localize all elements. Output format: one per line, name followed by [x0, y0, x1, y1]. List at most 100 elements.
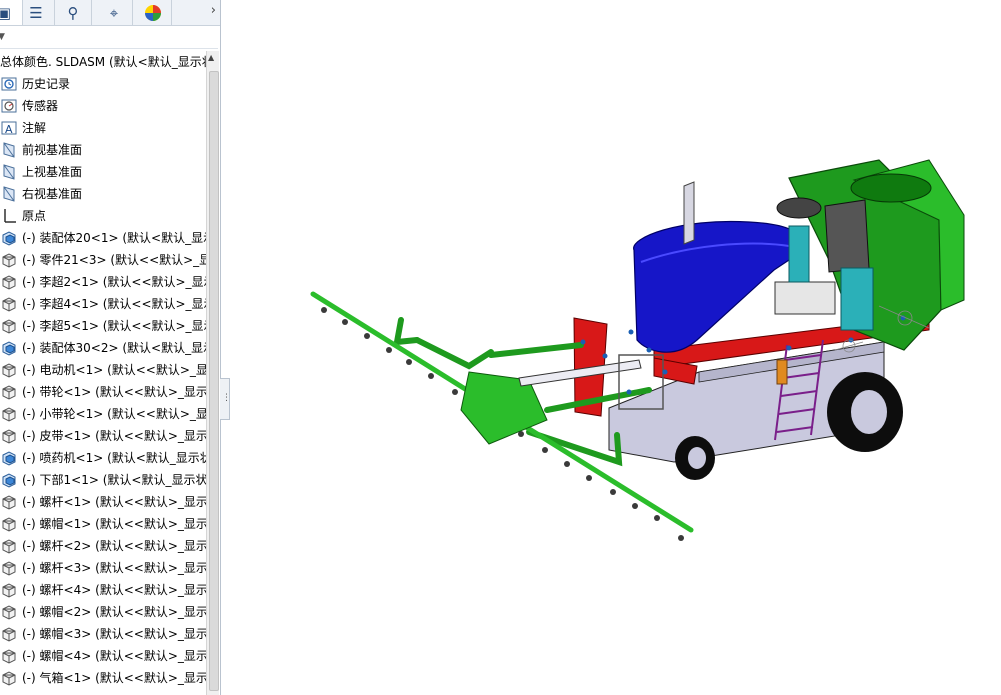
tree-item-label: (-) 皮带<1> (默认<<默认>_显示状: [22, 429, 206, 443]
tree-item[interactable]: (-) 带轮<1> (默认<<默认>_显示状: [0, 381, 206, 403]
part-icon: [1, 274, 17, 290]
chevron-down-icon[interactable]: ▼: [0, 32, 5, 42]
tree-item-label: (-) 带轮<1> (默认<<默认>_显示状: [22, 385, 206, 399]
part-icon: [1, 318, 17, 334]
engine-block: [774, 281, 836, 315]
assembly-icon: [1, 450, 17, 466]
scrollbar-thumb[interactable]: [209, 71, 219, 691]
tree-item[interactable]: (-) 螺杆<4> (默认<<默认>_显示状: [0, 579, 206, 601]
tree-item[interactable]: 历史记录: [0, 73, 206, 95]
panel-tab-bar: ▣ ☰ ⚲ ⌖ ›: [0, 0, 220, 26]
tree-item-label: (-) 螺杆<1> (默认<<默认>_显示状: [22, 495, 206, 509]
part-icon: [1, 406, 17, 422]
tree-item-label: (-) 螺杆<4> (默认<<默认>_显示状: [22, 583, 206, 597]
display-manager-icon: [145, 4, 161, 21]
tree-item-label: 原点: [22, 209, 47, 223]
part-icon: [1, 296, 17, 312]
cyan-tank-right: [840, 267, 874, 331]
part-icon: [1, 362, 17, 378]
sprayer-machine-model[interactable]: [229, 0, 1001, 695]
annotation-icon: A: [1, 120, 17, 136]
tree-item[interactable]: (-) 下部1<1> (默认<默认_显示状态: [0, 469, 206, 491]
feature-manager-panel: ▣ ☰ ⚲ ⌖ › ▼ 总体颜色. SLDASM (默认<默认_显示状历史记录传…: [0, 0, 221, 695]
plane-icon: [1, 186, 17, 202]
tree-item[interactable]: (-) 李超4<1> (默认<<默认>_显示: [0, 293, 206, 315]
tree-item[interactable]: (-) 螺帽<3> (默认<<默认>_显示状: [0, 623, 206, 645]
tree-item-label: (-) 螺帽<4> (默认<<默认>_显示状: [22, 649, 206, 663]
tree-item-label: (-) 李超4<1> (默认<<默认>_显示: [22, 297, 206, 311]
part-icon: [1, 494, 17, 510]
part-icon: [1, 252, 17, 268]
tree-item[interactable]: (-) 气箱<1> (默认<<默认>_显示状: [0, 667, 206, 689]
display-manager-tab[interactable]: [135, 0, 172, 25]
assembly-icon: [1, 340, 17, 356]
tree-item-label: (-) 下部1<1> (默认<默认_显示状态: [22, 473, 206, 487]
front-wheel: [675, 436, 715, 480]
tree-item-label: 总体颜色. SLDASM (默认<默认_显示状: [0, 55, 206, 69]
tree-scrollbar[interactable]: ▲: [206, 51, 219, 695]
tree-item-label: (-) 螺帽<3> (默认<<默认>_显示状: [22, 627, 206, 641]
tree-item-label: 前视基准面: [22, 143, 83, 157]
tree-item-label: (-) 螺帽<1> (默认<<默认>_显示状: [22, 517, 206, 531]
part-icon: [1, 428, 17, 444]
assembly-icon: [1, 230, 17, 246]
configuration-manager-tab[interactable]: ⚲: [55, 0, 92, 25]
dimxpert-tab[interactable]: ⌖: [96, 0, 133, 25]
tree-item[interactable]: (-) 电动机<1> (默认<<默认>_显示: [0, 359, 206, 381]
sensor-icon: [1, 98, 17, 114]
tab-scroll-right-button[interactable]: ›: [211, 3, 216, 18]
boom-link-upper: [488, 342, 584, 358]
svg-text:A: A: [5, 123, 13, 136]
rear-wheel: [827, 372, 903, 452]
scroll-up-arrow-icon[interactable]: ▲: [208, 53, 214, 62]
tree-item-label: (-) 李超5<1> (默认<<默认>_显示: [22, 319, 206, 333]
dimxpert-icon: ⌖: [109, 3, 119, 22]
cyan-tank-left: [788, 225, 810, 283]
tree-item[interactable]: (-) 小带轮<1> (默认<<默认>_显示: [0, 403, 206, 425]
tree-item[interactable]: (-) 螺帽<4> (默认<<默认>_显示状: [0, 645, 206, 667]
tree-item[interactable]: 上视基准面: [0, 161, 206, 183]
tree-item[interactable]: (-) 螺帽<1> (默认<<默认>_显示状: [0, 513, 206, 535]
ladder-handle: [776, 359, 788, 385]
tree-item-label: (-) 李超2<1> (默认<<默认>_显示: [22, 275, 206, 289]
tree-item[interactable]: 右视基准面: [0, 183, 206, 205]
part-icon: [1, 560, 17, 576]
configuration-manager-icon: ⚲: [67, 3, 79, 22]
part-icon: [1, 670, 17, 686]
tree-item[interactable]: (-) 螺杆<2> (默认<<默认>_显示状: [0, 535, 206, 557]
tree-item[interactable]: (-) 螺杆<1> (默认<<默认>_显示状: [0, 491, 206, 513]
tree-item-label: (-) 螺帽<2> (默认<<默认>_显示状: [22, 605, 206, 619]
tree-item[interactable]: 原点: [0, 205, 206, 227]
tree-item-label: (-) 喷药机<1> (默认<默认_显示状: [22, 451, 206, 465]
boom-arm-upper: [414, 337, 494, 370]
boom-elbow: [393, 317, 420, 346]
part-icon: [1, 626, 17, 642]
assembly-icon: [1, 472, 17, 488]
tree-item-label: (-) 装配体30<2> (默认<默认_显示: [22, 341, 206, 355]
tree-item-label: 传感器: [22, 99, 59, 113]
tree-item[interactable]: (-) 李超2<1> (默认<<默认>_显示: [0, 271, 206, 293]
tree-root-assembly[interactable]: 总体颜色. SLDASM (默认<默认_显示状: [0, 51, 206, 73]
tree-item[interactable]: A 注解: [0, 117, 206, 139]
tree-item[interactable]: (-) 皮带<1> (默认<<默认>_显示状: [0, 425, 206, 447]
tree-item[interactable]: (-) 装配体20<1> (默认<默认_显示: [0, 227, 206, 249]
tree-item-label: 右视基准面: [22, 187, 83, 201]
tree-item-label: 历史记录: [22, 77, 71, 91]
tree-item[interactable]: (-) 李超5<1> (默认<<默认>_显示: [0, 315, 206, 337]
tree-item[interactable]: 传感器: [0, 95, 206, 117]
exhaust-pipe: [683, 181, 695, 245]
tree-item-label: (-) 装配体20<1> (默认<默认_显示: [22, 231, 206, 245]
tree-item[interactable]: (-) 螺帽<2> (默认<<默认>_显示状: [0, 601, 206, 623]
tank-opening: [850, 173, 932, 203]
tree-item-label: (-) 螺杆<2> (默认<<默认>_显示状: [22, 539, 206, 553]
property-manager-tab[interactable]: ☰: [18, 0, 55, 25]
tree-item[interactable]: (-) 喷药机<1> (默认<默认_显示状: [0, 447, 206, 469]
part-icon: [1, 538, 17, 554]
part-icon: [1, 516, 17, 532]
tree-item[interactable]: 前视基准面: [0, 139, 206, 161]
tree-item[interactable]: (-) 零件21<3> (默认<<默认>_显示: [0, 249, 206, 271]
tree-item[interactable]: (-) 装配体30<2> (默认<默认_显示: [0, 337, 206, 359]
graphics-viewport[interactable]: [229, 0, 1001, 695]
tree-item[interactable]: (-) 螺杆<3> (默认<<默认>_显示状: [0, 557, 206, 579]
tree-item-label: (-) 电动机<1> (默认<<默认>_显示: [22, 363, 206, 377]
